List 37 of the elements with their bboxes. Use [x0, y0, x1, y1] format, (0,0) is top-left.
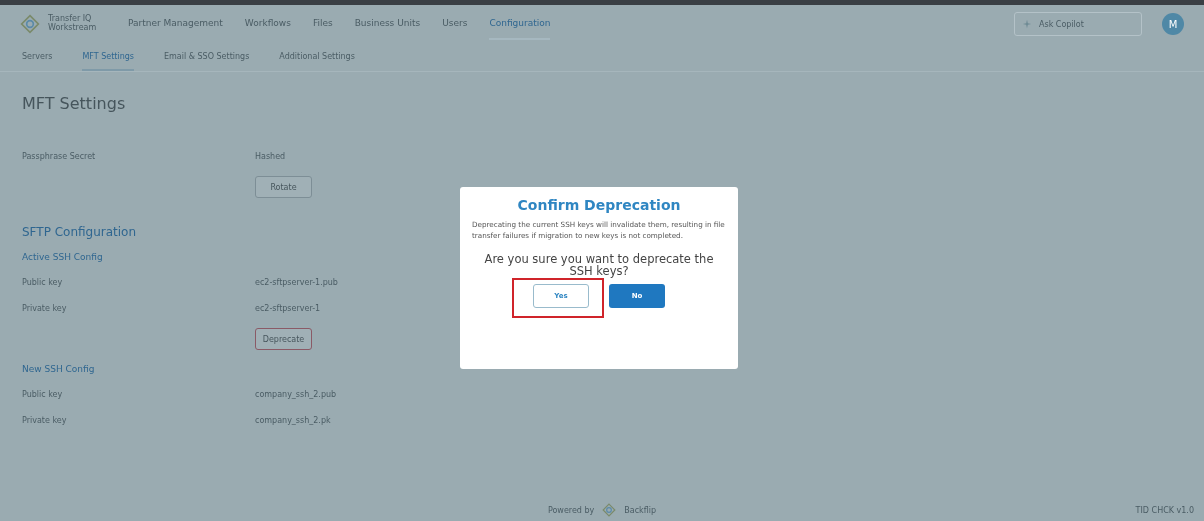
settings-tab[interactable]: MFT Settings [82, 43, 134, 71]
field-label: Public key [22, 389, 64, 399]
field-value: ec2-sftpserver-1 [255, 303, 321, 313]
field-value: Hashed [255, 151, 286, 161]
subsection-heading: Active SSH Config [22, 252, 103, 262]
version-text: TID CHCK v1.0 [1135, 505, 1194, 515]
field-value: ec2-sftpserver-1.pub [255, 277, 338, 287]
vendor-name: Backflip [624, 505, 657, 515]
nav-tab[interactable]: Workflows [244, 8, 291, 40]
action-button[interactable]: Rotate [255, 176, 312, 198]
settings-tab[interactable]: Servers [22, 43, 53, 71]
subsection-heading: New SSH Config [22, 364, 95, 374]
action-button[interactable]: Deprecate [255, 328, 312, 350]
field-label: Passphrase Secret [22, 151, 97, 161]
field-label: Private key [22, 303, 68, 313]
nav-tab[interactable]: Users [442, 8, 468, 40]
settings-tab[interactable]: Additional Settings [279, 43, 355, 71]
field-label: Public key [22, 277, 64, 287]
brand-name: Transfer IQ Workstream [48, 15, 98, 33]
nav-tab[interactable]: Configuration [489, 8, 551, 40]
dialog-title: Confirm Deprecation [517, 197, 681, 213]
nav-tab[interactable]: Files [312, 8, 333, 40]
field-value: company_ssh_2.pk [255, 415, 331, 425]
section-heading: SFTP Configuration [22, 225, 137, 239]
dialog-question: Are you sure you want to deprecate the SSH keys? [483, 253, 715, 278]
page-title: MFT Settings [22, 94, 126, 113]
sparkle-icon [1022, 19, 1032, 29]
nav-tab[interactable]: Partner Management [128, 8, 223, 40]
user-avatar[interactable]: M [1162, 13, 1184, 35]
field-label: Private key [22, 415, 68, 425]
settings-tab[interactable]: Email & SSO Settings [164, 43, 250, 71]
field-value: company_ssh_2.pub [255, 389, 337, 399]
powered-by-text: Powered by [547, 505, 595, 515]
nav-tab[interactable]: Business Units [354, 8, 421, 40]
search-field[interactable]: Ask Copilot [1014, 12, 1142, 36]
logo-icon [20, 14, 40, 34]
logo-icon [602, 503, 617, 517]
